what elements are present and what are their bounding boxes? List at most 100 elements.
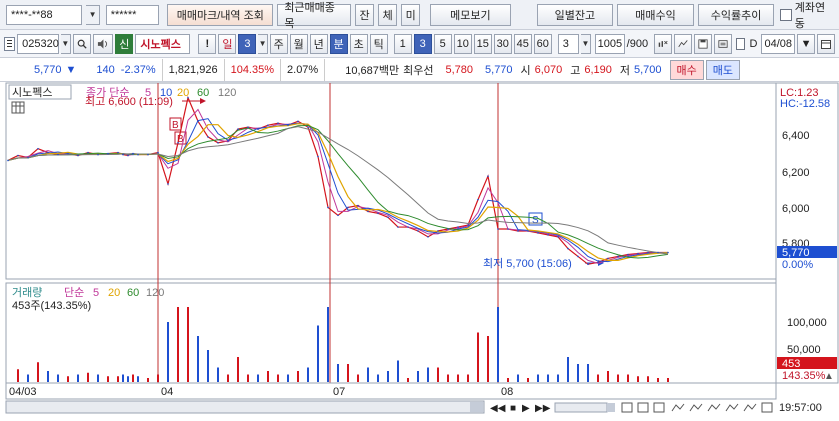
horizontal-scrollbar[interactable]	[5, 400, 485, 414]
svg-text:B: B	[172, 120, 179, 131]
indicator-icon[interactable]	[654, 33, 673, 54]
ma-120: 120	[218, 87, 236, 99]
volume-bar	[667, 378, 669, 382]
trend-tool-icon[interactable]	[671, 403, 685, 412]
zoom-slider-thumb[interactable]	[607, 403, 615, 412]
account-link-checkbox[interactable]: 계좌연동	[780, 0, 833, 31]
date-checkbox[interactable]	[736, 37, 745, 50]
minute-15-button[interactable]: 15	[473, 33, 492, 54]
collapse-up-icon[interactable]: ▲	[824, 371, 834, 382]
period-value-button[interactable]: 3	[238, 33, 257, 54]
minute-45-button[interactable]: 45	[513, 33, 532, 54]
period-second-button[interactable]: 초	[349, 33, 368, 54]
stop-icon[interactable]: ■	[510, 403, 516, 414]
unfilled-button[interactable]: 미	[401, 3, 421, 26]
checkbox-icon[interactable]	[780, 8, 792, 21]
grid-icon[interactable]	[761, 402, 773, 413]
price-chart[interactable]: 시노펙스 종가 단순 5 10 20 60 120 최고 6,600 (11:0…	[0, 82, 839, 421]
minute-select-dropdown-icon[interactable]: ▼	[581, 33, 591, 54]
memo-view-button[interactable]: 메모보기	[430, 3, 511, 26]
cycle-tool-icon[interactable]	[743, 403, 757, 412]
volume-bar	[107, 376, 109, 382]
first-page-icon[interactable]: ◀◀	[490, 403, 506, 414]
volume-bar	[507, 378, 509, 382]
zoom-out-icon[interactable]	[637, 402, 649, 413]
period-year-button[interactable]: 년	[309, 33, 328, 54]
price-point	[227, 140, 229, 142]
volume-bar	[657, 378, 659, 382]
period-month-button[interactable]: 월	[289, 33, 308, 54]
price-point	[617, 255, 619, 258]
price-change-pct: -2.37%	[120, 63, 156, 76]
recent-trades-button[interactable]: 최근매매종목	[277, 2, 352, 30]
last-page-icon[interactable]: ▶▶	[535, 403, 551, 414]
fit-icon[interactable]	[653, 402, 665, 413]
volume-ma-60: 60	[127, 287, 139, 299]
volume-bar	[577, 364, 579, 382]
volume-bar	[217, 367, 219, 382]
save-icon[interactable]	[694, 33, 713, 54]
volume-bar	[77, 374, 79, 382]
period-minute-button[interactable]: 분	[329, 33, 348, 54]
price-point	[247, 126, 249, 128]
executed-button[interactable]: 체	[378, 3, 398, 26]
wave-tool-icon[interactable]	[725, 403, 739, 412]
trading-profit-button[interactable]: 매매수익	[617, 3, 694, 26]
line-tool-icon[interactable]	[689, 403, 703, 412]
zoom-slider[interactable]	[554, 402, 608, 413]
password-field[interactable]: ******	[105, 4, 160, 25]
price-point	[547, 234, 549, 236]
price-axis-panel	[775, 82, 839, 384]
period-week-button[interactable]: 주	[269, 33, 288, 54]
date-field[interactable]: 04/08	[761, 33, 796, 54]
sell-button[interactable]: 매도	[705, 59, 741, 80]
table-icon[interactable]	[11, 101, 25, 114]
stock-name-field[interactable]: 시노펙스	[135, 33, 191, 54]
buy-mark[interactable]: B	[169, 117, 182, 131]
volume-bar	[647, 376, 649, 382]
minute-10-button[interactable]: 10	[453, 33, 472, 54]
account-number-field[interactable]: ****-**88	[6, 4, 83, 25]
volume-bar	[67, 376, 69, 382]
period-tick-button[interactable]: 틱	[369, 33, 388, 54]
play-icon[interactable]: ▶	[522, 403, 530, 414]
buy-button[interactable]: 매수	[669, 59, 704, 80]
volume-bar	[537, 374, 539, 382]
fib-tool-icon[interactable]	[707, 403, 721, 412]
calendar-icon[interactable]	[817, 33, 836, 54]
trade-mark-query-button[interactable]: 매매마크/내역 조회	[167, 3, 274, 26]
minute-60-button[interactable]: 60	[533, 33, 552, 54]
scroll-thumb[interactable]	[470, 402, 483, 412]
period-dropdown-icon[interactable]: ▼	[258, 33, 268, 54]
settings-icon[interactable]	[714, 33, 733, 54]
stock-code-dropdown-icon[interactable]: ▼	[61, 33, 71, 54]
price-point	[27, 156, 29, 159]
return-trend-button[interactable]: 수익률추이	[697, 3, 775, 26]
volume-bar	[587, 364, 589, 382]
chart-tool-icon[interactable]	[674, 33, 693, 54]
speaker-icon[interactable]	[92, 33, 114, 54]
volume-bar	[567, 357, 569, 382]
stock-code-field[interactable]: 025320	[17, 33, 60, 54]
list-menu-icon[interactable]	[4, 36, 16, 51]
minute-1-button[interactable]: 1	[393, 33, 412, 54]
data-count-field[interactable]: 1005	[594, 33, 625, 54]
account-dropdown-icon[interactable]: ▼	[86, 4, 100, 25]
price-point	[337, 214, 339, 217]
volume-bar	[287, 374, 289, 382]
hc-label: HC:-12.58	[780, 98, 830, 110]
minute-5-button[interactable]: 5	[433, 33, 452, 54]
minute-select[interactable]: 3	[557, 33, 580, 54]
zoom-in-icon[interactable]	[621, 402, 633, 413]
minute-30-button[interactable]: 30	[493, 33, 512, 54]
date-prev-icon[interactable]: ▼	[797, 33, 816, 54]
daily-balance-button[interactable]: 일별잔고	[536, 3, 614, 26]
volume-bar	[177, 307, 179, 382]
period-day-button[interactable]: 일	[218, 33, 237, 54]
search-icon[interactable]	[72, 33, 91, 54]
minute-3-button[interactable]: 3	[413, 33, 432, 54]
balance-button[interactable]: 잔	[355, 3, 375, 26]
volume-bar	[557, 374, 559, 382]
warning-button[interactable]: !	[198, 33, 217, 54]
chart-area[interactable]: 시노펙스 종가 단순 5 10 20 60 120 최고 6,600 (11:0…	[0, 82, 839, 421]
